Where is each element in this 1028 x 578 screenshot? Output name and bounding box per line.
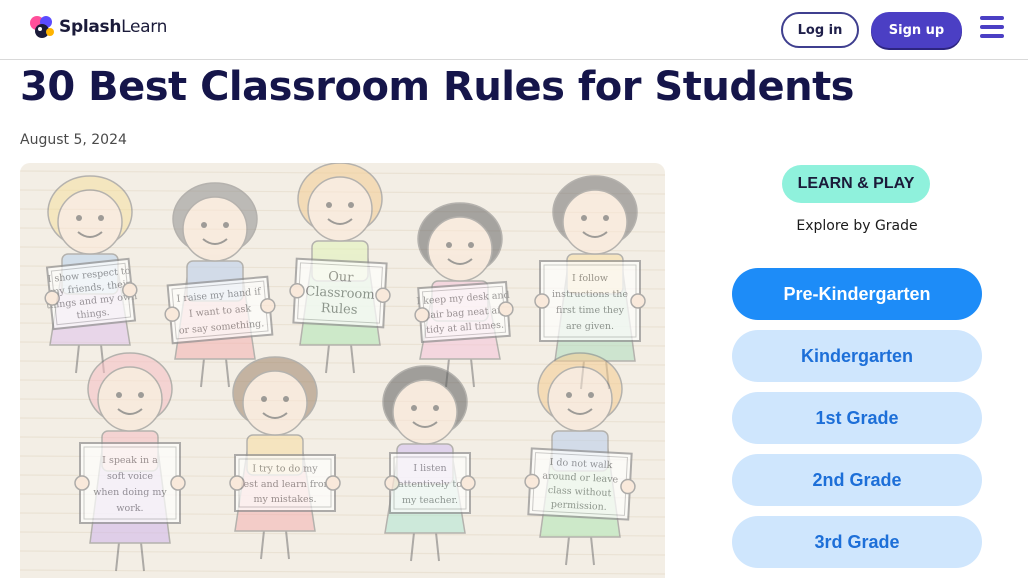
brand-name: SplashLearn <box>59 17 168 37</box>
grade-button-1st-grade[interactable]: 1st Grade <box>732 392 982 444</box>
splashlearn-logo-icon <box>30 16 54 38</box>
classroom-rules-kids-illustration: I show respect tomy friends, theirthings… <box>20 163 665 578</box>
splashlearn-logo[interactable]: SplashLearn <box>28 12 167 42</box>
grade-button-2nd-grade[interactable]: 2nd Grade <box>732 454 982 506</box>
hero-illustration: I show respect to my friends, their things… <box>20 163 665 578</box>
grade-button-kindergarten[interactable]: Kindergarten <box>732 330 982 382</box>
page-title: 30 Best Classroom Rules for Students <box>20 64 855 110</box>
login-button[interactable]: Log in <box>781 12 859 48</box>
hamburger-menu-icon[interactable] <box>980 16 1004 38</box>
site-header: SplashLearn Log in Sign up <box>0 0 1028 60</box>
learn-play-badge: LEARN & PLAY <box>782 165 930 203</box>
grade-button-3rd-grade[interactable]: 3rd Grade <box>732 516 982 568</box>
grade-button-pre-kindergarten[interactable]: Pre-Kindergarten <box>732 268 982 320</box>
publish-date: August 5, 2024 <box>20 132 127 148</box>
explore-by-grade-label: Explore by Grade <box>796 218 918 234</box>
signup-button[interactable]: Sign up <box>871 12 962 48</box>
